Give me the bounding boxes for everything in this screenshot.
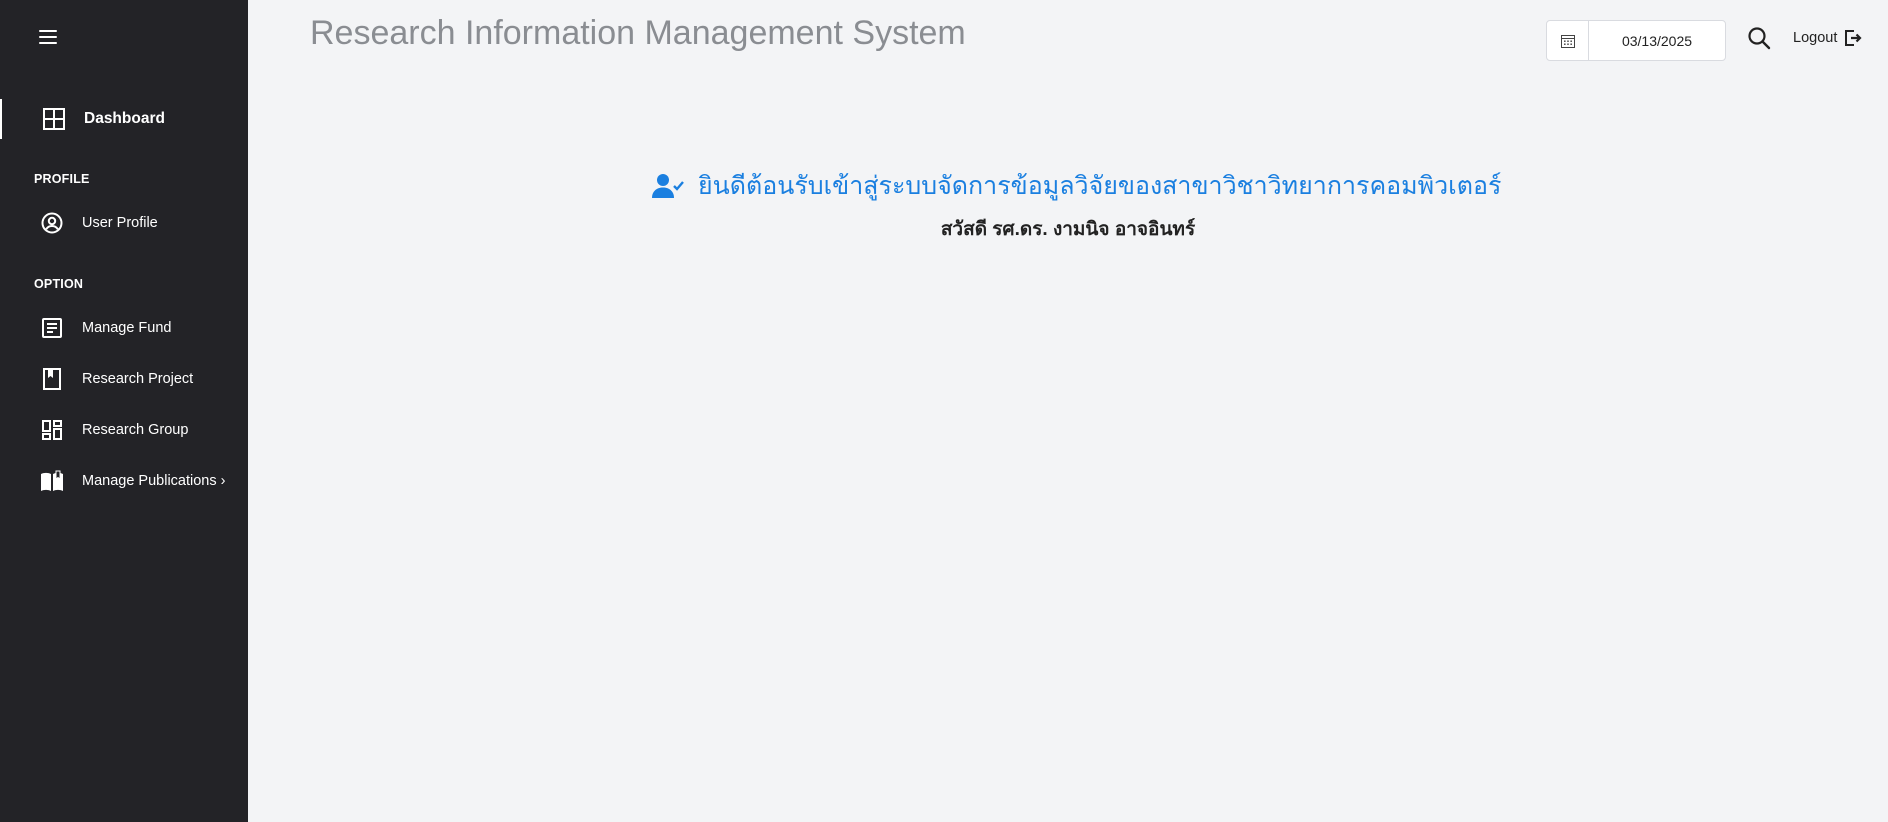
date-picker[interactable] — [1546, 20, 1726, 61]
user-check-icon — [652, 173, 684, 199]
sidebar-item-label: Dashboard — [84, 110, 165, 127]
date-input[interactable] — [1589, 32, 1725, 49]
menu-toggle-icon[interactable] — [36, 26, 60, 50]
open-book-icon — [40, 469, 64, 493]
user-greeting: สวัสดี รศ.ดร. งามนิจ อาจอินทร์ — [940, 219, 1196, 240]
sidebar-item-label: Manage Publications › — [82, 473, 226, 489]
sidebar-item-research-group[interactable]: Research Group — [0, 410, 248, 450]
dashboard-grid-icon — [42, 107, 66, 131]
section-option: OPTION — [34, 277, 84, 291]
sidebar-item-research-project[interactable]: Research Project — [0, 359, 248, 399]
sidebar-item-label: Manage Fund — [82, 320, 172, 336]
logout-button[interactable]: Logout — [1793, 28, 1863, 48]
logout-label: Logout — [1793, 30, 1838, 46]
logout-icon — [1843, 28, 1863, 48]
widgets-icon — [40, 418, 64, 442]
sidebar-item-label: Research Group — [82, 422, 189, 438]
sidebar: Dashboard PROFILE User Profile OPTION Ma… — [0, 0, 248, 822]
bookmark-book-icon — [40, 367, 64, 391]
sidebar-item-manage-fund[interactable]: Manage Fund — [0, 308, 248, 348]
section-profile: PROFILE — [34, 172, 90, 186]
calendar-icon[interactable] — [1547, 21, 1589, 60]
sidebar-item-dashboard[interactable]: Dashboard — [0, 99, 248, 139]
search-icon[interactable] — [1747, 26, 1771, 50]
welcome-message: ยินดีต้อนรับเข้าสู่ระบบจัดการข้อมูลวิจัย… — [652, 166, 1501, 206]
document-list-icon — [40, 316, 64, 340]
app-title: Research Information Management System — [310, 14, 966, 52]
sidebar-item-label: Research Project — [82, 371, 194, 387]
sidebar-item-manage-publications[interactable]: Manage Publications › — [0, 461, 248, 501]
welcome-text: ยินดีต้อนรับเข้าสู่ระบบจัดการข้อมูลวิจัย… — [698, 172, 1502, 200]
